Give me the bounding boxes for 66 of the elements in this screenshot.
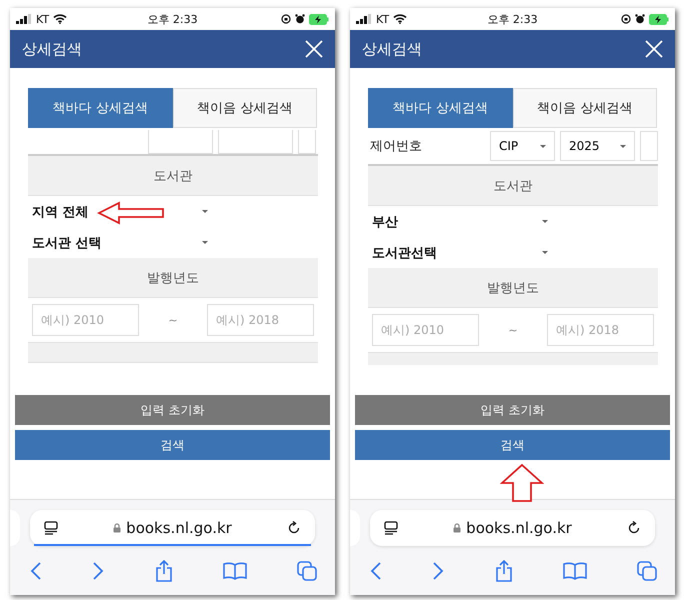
dialog-title: 상세검색 — [362, 40, 422, 58]
battery-charging-icon — [308, 14, 329, 24]
section-header: 발행년도 — [368, 268, 658, 308]
reader-icon[interactable] — [44, 521, 58, 535]
section-header: 도서관 — [28, 156, 318, 196]
reload-icon[interactable] — [287, 521, 301, 535]
dropdown[interactable]: CIP — [490, 131, 555, 161]
alarm-icon — [634, 14, 645, 24]
close-icon[interactable] — [305, 40, 323, 58]
carrier-label: KT — [376, 12, 390, 26]
search-tab[interactable]: 책바다 상세검색 — [28, 88, 172, 128]
dropdown[interactable]: 도서관 선택 — [28, 227, 208, 258]
dialog-title: 상세검색 — [22, 40, 82, 58]
signal-icon — [16, 14, 32, 24]
reset-button[interactable]: 입력 초기화 — [355, 395, 670, 425]
year-field[interactable]: 예시) 2018 — [547, 314, 654, 346]
rotation-lock-icon — [620, 14, 631, 24]
back-icon[interactable] — [30, 562, 42, 580]
year-field[interactable]: 예시) 2010 — [32, 304, 139, 336]
back-icon[interactable] — [370, 562, 382, 580]
search-tab[interactable]: 책바다 상세검색 — [368, 88, 512, 128]
section-header: 발행년도 — [28, 258, 318, 298]
carrier-label: KT — [36, 12, 50, 26]
text-field[interactable] — [298, 130, 316, 154]
reset-button[interactable]: 입력 초기화 — [15, 395, 330, 425]
field-label: 제어번호 — [369, 138, 423, 155]
forward-icon[interactable] — [432, 562, 444, 580]
status-time: 오후 2:33 — [487, 12, 538, 26]
forward-icon[interactable] — [92, 562, 104, 580]
dropdown[interactable]: 지역 전체 — [28, 196, 208, 227]
search-button[interactable]: 검색 — [355, 430, 670, 460]
reader-icon[interactable] — [384, 521, 398, 535]
wifi-icon — [53, 14, 68, 24]
book-icon[interactable] — [222, 562, 247, 580]
alarm-icon — [294, 14, 305, 24]
year-field[interactable]: 예시) 2010 — [372, 314, 479, 346]
search-button[interactable]: 검색 — [15, 430, 330, 460]
url-text: books.nl.go.kr — [126, 519, 232, 537]
share-icon[interactable] — [154, 560, 172, 582]
close-icon[interactable] — [645, 40, 663, 58]
section-header: 도서관 — [368, 166, 658, 206]
dropdown[interactable]: 2025 — [560, 131, 635, 161]
search-tab[interactable]: 책이음 상세검색 — [512, 88, 657, 128]
wifi-icon — [393, 14, 408, 24]
reload-icon[interactable] — [627, 521, 641, 535]
book-icon[interactable] — [562, 562, 587, 580]
dropdown[interactable]: 부산 — [368, 206, 548, 237]
signal-icon — [356, 14, 372, 24]
status-time: 오후 2:33 — [147, 12, 198, 26]
lock-icon — [113, 523, 122, 533]
year-field[interactable]: 예시) 2018 — [207, 304, 314, 336]
range-separator: ~ — [168, 314, 178, 326]
url-text: books.nl.go.kr — [466, 519, 572, 537]
share-icon[interactable] — [494, 560, 512, 582]
address-bar[interactable]: books.nl.go.kr — [30, 510, 315, 546]
annotation-arrow — [97, 201, 165, 225]
range-separator: ~ — [508, 324, 518, 336]
tabs-icon[interactable] — [297, 560, 317, 580]
address-bar[interactable]: books.nl.go.kr — [370, 510, 655, 546]
rotation-lock-icon — [280, 14, 291, 24]
search-tab[interactable]: 책이음 상세검색 — [172, 88, 317, 128]
dropdown[interactable]: 도서관선택 — [368, 237, 548, 268]
text-field[interactable] — [640, 131, 658, 161]
battery-charging-icon — [648, 14, 669, 24]
lock-icon — [453, 523, 462, 533]
tabs-icon[interactable] — [637, 560, 657, 580]
